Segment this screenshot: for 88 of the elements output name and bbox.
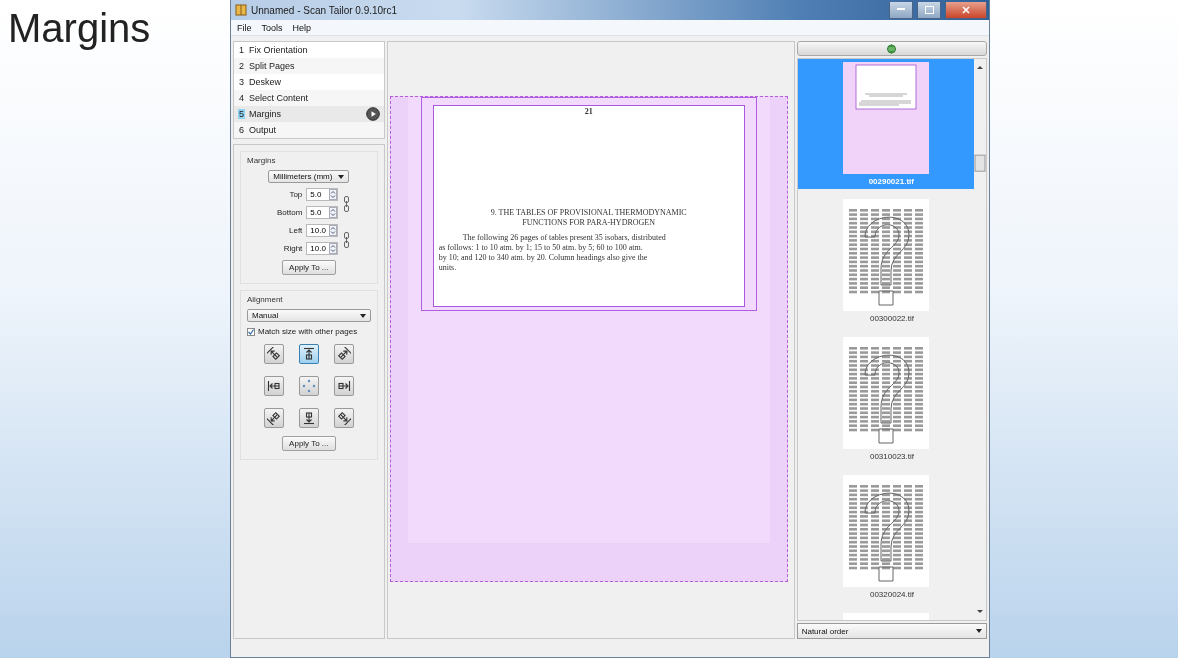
close-button[interactable]	[945, 1, 987, 19]
menu-item[interactable]: Help	[292, 22, 312, 33]
align-arrow-icon	[336, 347, 351, 361]
field-label: Left	[288, 226, 303, 235]
page-heading: FUNCTIONS FOR PARA-HYDROGEN	[521, 218, 656, 228]
spin-arrows-icon	[329, 207, 338, 218]
thumbnail-item[interactable]: 00310023.tif	[797, 327, 974, 465]
app-icon	[235, 4, 247, 16]
stage-label: Deskew	[249, 77, 282, 87]
maximize-button[interactable]	[917, 1, 941, 19]
units-dropdown[interactable]: Millimeters (mm)	[268, 170, 350, 183]
align-arrow-icon	[266, 347, 281, 361]
checkbox[interactable]	[247, 327, 255, 336]
caret-icon	[976, 629, 982, 633]
thumbnail-filename: 00290021.tif	[868, 177, 914, 186]
spin-arrows-icon	[329, 243, 338, 254]
alignment-button[interactable]	[333, 344, 354, 364]
align-arrow-icon	[336, 379, 351, 393]
chain-link-icon[interactable]	[344, 231, 350, 248]
alignment-button[interactable]	[263, 408, 284, 428]
align-arrow-icon	[266, 379, 281, 393]
field-label: Bottom	[276, 208, 303, 217]
page-text-line: by 10; and 120 to 340 atm. by 20. Column headings also give the	[438, 253, 649, 263]
minimize-button[interactable]	[889, 1, 913, 19]
group-title: Margins	[247, 156, 276, 165]
expand-arrows-icon	[886, 42, 898, 55]
window-title: Unnamed - Scan Tailor 0.9.10rc1	[251, 4, 398, 16]
thumbnail-filename: 00320024.tif	[869, 590, 914, 599]
stage-label: Fix Orientation	[249, 45, 309, 55]
page-heading: 9. THE TABLES OF PROVISIONAL THERMODYNAMIC	[489, 208, 688, 218]
check-icon	[248, 328, 254, 335]
play-icon[interactable]	[365, 107, 380, 121]
thumbnail-item[interactable]: 00320024.tif	[797, 465, 974, 603]
stage-number: 3	[238, 77, 245, 87]
page-text-line: as follows: 1 to 10 atm. by 1; 15 to 50 atm. by 5; 60 to 100 atm.	[438, 243, 644, 253]
thumbnail-filename: 00300022.tif	[869, 314, 914, 323]
slide-title: Margins	[8, 6, 152, 51]
alignment-button[interactable]	[298, 344, 319, 364]
stage-label: Output	[249, 125, 278, 135]
caret-icon	[359, 313, 366, 318]
stage-item[interactable]: 6 Output	[234, 122, 384, 138]
sort-order-dropdown[interactable]: Natural order	[796, 623, 987, 639]
page-text-line: The following 26 pages of tables present 35 isobars, distributed	[461, 233, 667, 243]
page-text-line: units.	[438, 263, 458, 273]
minimize-icon	[897, 8, 905, 11]
group-title: Alignment	[247, 295, 283, 304]
maximize-icon	[924, 5, 934, 14]
spin-arrows-icon	[329, 189, 338, 200]
close-icon	[962, 5, 970, 14]
alignment-button[interactable]	[298, 408, 319, 428]
caret-icon	[338, 174, 345, 179]
stage-number: 1	[238, 45, 245, 55]
alignment-button[interactable]	[263, 376, 284, 396]
stage-label: Select Content	[249, 93, 310, 103]
stage-item[interactable]: 5 Margins	[234, 106, 384, 122]
alignment-button[interactable]	[263, 344, 284, 364]
thumbnail-filename: 00310023.tif	[869, 452, 914, 461]
spin-field[interactable]: 5.0	[306, 206, 339, 219]
spin-arrows-icon	[329, 225, 338, 236]
thumbnail-item[interactable]: 00300022.tif	[797, 189, 974, 327]
stage-label: Margins	[249, 109, 282, 119]
align-arrow-icon	[266, 411, 281, 425]
stage-item[interactable]: 4 Select Content	[234, 90, 384, 106]
stage-number: 6	[238, 125, 245, 135]
center-arrows-icon	[301, 379, 316, 393]
alignment-dropdown[interactable]: Manual	[247, 309, 371, 322]
field-label: Top	[288, 190, 303, 199]
stage-number: 2	[238, 61, 245, 71]
align-arrow-icon	[336, 411, 351, 425]
menu-item[interactable]: File	[237, 22, 252, 33]
apply-to-button[interactable]: Apply To ...	[282, 260, 336, 275]
stage-number: 5	[238, 109, 245, 119]
spin-field[interactable]: 5.0	[306, 188, 339, 201]
menu-item[interactable]: Tools	[261, 22, 283, 33]
page-number: 21	[583, 107, 594, 116]
align-arrow-icon	[301, 347, 316, 361]
alignment-button[interactable]	[333, 408, 354, 428]
checkbox-label: Match size with other pages	[258, 327, 358, 336]
field-label: Right	[282, 244, 303, 253]
chain-link-icon[interactable]	[344, 195, 350, 212]
apply-to-button[interactable]: Apply To ...	[282, 436, 336, 451]
stage-label: Split Pages	[249, 61, 296, 71]
alignment-button[interactable]	[333, 376, 354, 396]
spin-field[interactable]: 10.0	[306, 242, 339, 255]
align-arrow-icon	[301, 411, 316, 425]
stage-item[interactable]: 2 Split Pages	[234, 58, 384, 74]
stage-number: 4	[238, 93, 245, 103]
spin-field[interactable]: 10.0	[306, 224, 339, 237]
